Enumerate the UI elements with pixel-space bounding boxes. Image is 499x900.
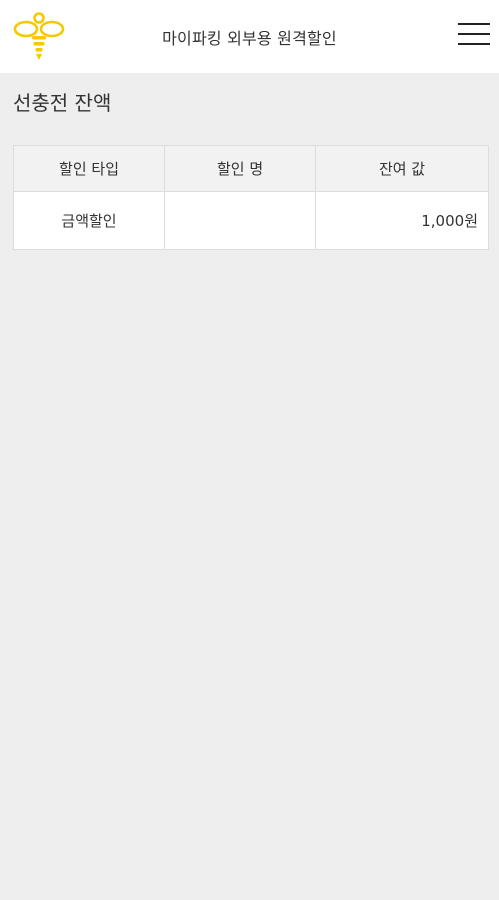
- table-header-row: 할인 타입 할인 명 잔여 값: [12, 145, 489, 192]
- hamburger-menu-icon[interactable]: [458, 20, 490, 48]
- cell-discount-name: [164, 191, 317, 250]
- section-title: 선충전 잔액: [13, 91, 112, 115]
- table-row: 금액할인 1,000원: [12, 191, 489, 250]
- cell-remaining-value: 1,000원: [315, 191, 489, 250]
- column-header-name: 할인 명: [164, 145, 317, 192]
- header-title: 마이파킹 외부용 원격할인: [162, 29, 337, 48]
- cell-discount-type: 금액할인: [12, 191, 166, 250]
- column-header-value: 잔여 값: [315, 145, 489, 192]
- column-header-type: 할인 타입: [12, 145, 166, 192]
- app-header: 마이파킹 외부용 원격할인: [0, 0, 499, 73]
- balance-table: 할인 타입 할인 명 잔여 값 금액할인 1,000원: [12, 145, 489, 250]
